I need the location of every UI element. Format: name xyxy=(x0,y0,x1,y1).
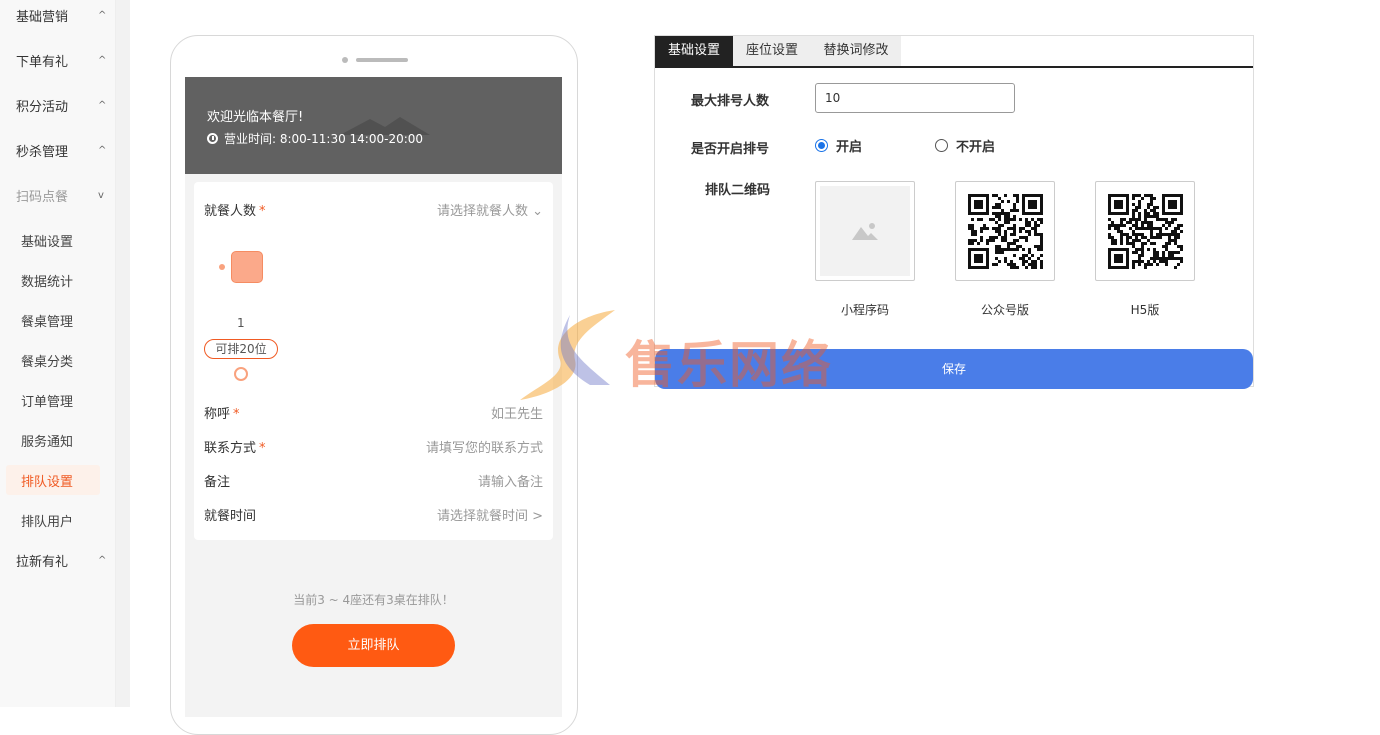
image-placeholder-icon xyxy=(820,186,910,276)
seat-option[interactable] xyxy=(231,251,263,283)
sidebar-subitem-orders[interactable]: 订单管理 xyxy=(6,385,100,415)
max-queue-input[interactable]: 10 xyxy=(815,83,1015,113)
diners-select[interactable]: 请选择就餐人数 ⌄ xyxy=(437,200,543,219)
phone-speaker xyxy=(356,58,408,62)
tab-replace-words[interactable]: 替换词修改 xyxy=(811,36,901,66)
enable-on-label: 开启 xyxy=(836,140,863,155)
sidebar-item-label: 扫码点餐 xyxy=(16,189,69,205)
settings-tabs: 基础设置 座位设置 替换词修改 xyxy=(655,36,1253,68)
dining-time-select[interactable]: 请选择就餐时间 > xyxy=(437,505,543,524)
queue-form-card: 就餐人数 * 请选择就餐人数 ⌄ 1 可排20位 称呼 * 如王先生 联系方式 * 请… xyxy=(194,182,553,540)
tab-seat-settings[interactable]: 座位设置 xyxy=(733,36,811,66)
sidebar-item-flash-sale[interactable]: 秒杀管理 ^ xyxy=(16,135,106,165)
name-label: 称呼 xyxy=(204,406,231,422)
radio-checked-icon xyxy=(815,139,828,152)
seat-capacity-badge: 可排20位 xyxy=(204,339,278,359)
note-row[interactable]: 备注 请输入备注 xyxy=(204,469,543,491)
chevron-up-icon: ^ xyxy=(98,144,107,156)
sidebar-item-points[interactable]: 积分活动 ^ xyxy=(16,90,106,120)
sidebar: 基础营销 ^ 下单有礼 ^ 积分活动 ^ 秒杀管理 ^ 扫码点餐 v 基础设置 数据统计 … xyxy=(0,0,116,707)
h5-qr[interactable] xyxy=(1095,181,1195,281)
chevron-up-icon: ^ xyxy=(98,99,107,111)
sidebar-divider xyxy=(116,0,130,707)
qr-code-icon xyxy=(968,194,1043,269)
sidebar-subitem-basic-settings[interactable]: 基础设置 xyxy=(6,225,100,255)
sidebar-subitem-statistics[interactable]: 数据统计 xyxy=(6,265,100,295)
sidebar-item-label: 拉新有礼 xyxy=(16,554,69,570)
radio-unchecked-icon xyxy=(935,139,948,152)
enable-queue-label: 是否开启排号 xyxy=(691,142,770,157)
sidebar-item-label: 秒杀管理 xyxy=(16,144,69,160)
required-mark: * xyxy=(233,406,240,422)
required-mark: * xyxy=(259,440,266,456)
contact-input[interactable]: 请填写您的联系方式 xyxy=(426,437,543,456)
welcome-text: 欢迎光临本餐厅! xyxy=(207,110,304,125)
miniprogram-qr[interactable] xyxy=(815,181,915,281)
note-input[interactable]: 请输入备注 xyxy=(478,471,543,490)
clock-icon xyxy=(207,133,218,144)
contact-label: 联系方式 xyxy=(204,440,257,456)
seat-indicator-dot xyxy=(219,264,225,270)
diners-label: 就餐人数 xyxy=(204,203,257,219)
sidebar-item-label: 积分活动 xyxy=(16,99,69,115)
settings-panel: 基础设置 座位设置 替换词修改 最大排号人数 10 是否开启排号 开启 不开启 … xyxy=(654,35,1254,389)
sidebar-subitem-queue-settings[interactable]: 排队设置 xyxy=(6,465,100,495)
enable-off-radio[interactable]: 不开启 xyxy=(935,136,995,155)
sidebar-subitem-tables[interactable]: 餐桌管理 xyxy=(6,305,100,335)
tab-basic-settings[interactable]: 基础设置 xyxy=(655,36,733,66)
dining-time-row[interactable]: 就餐时间 请选择就餐时间 > xyxy=(204,503,543,525)
official-account-qr[interactable] xyxy=(955,181,1055,281)
sidebar-subitem-table-categories[interactable]: 餐桌分类 xyxy=(6,345,100,375)
qr-caption-miniprogram: 小程序码 xyxy=(840,303,889,317)
enable-off-label: 不开启 xyxy=(956,140,996,155)
name-input[interactable]: 如王先生 xyxy=(491,403,543,422)
join-queue-button[interactable]: 立即排队 xyxy=(292,624,455,667)
sidebar-item-referral[interactable]: 拉新有礼 ^ xyxy=(16,545,106,575)
queue-status-text: 当前3 ~ 4座还有3桌在排队！ xyxy=(293,593,454,607)
diners-row[interactable]: 就餐人数 * 请选择就餐人数 ⌄ xyxy=(204,198,543,220)
chevron-up-icon: ^ xyxy=(98,54,107,66)
sidebar-subitem-notifications[interactable]: 服务通知 xyxy=(6,425,100,455)
required-mark: * xyxy=(259,203,266,219)
sidebar-item-label: 基础营销 xyxy=(16,9,69,25)
chevron-down-icon: v xyxy=(98,189,104,201)
dining-time-label: 就餐时间 xyxy=(204,508,257,524)
qr-code-icon xyxy=(1108,194,1183,269)
name-row[interactable]: 称呼 * 如王先生 xyxy=(204,401,543,423)
phone-camera xyxy=(342,57,348,63)
chevron-up-icon: ^ xyxy=(98,554,107,566)
save-button[interactable]: 保存 xyxy=(655,349,1253,389)
restaurant-banner: 欢迎光临本餐厅! 营业时间: 8:00-11:30 14:00-20:00 xyxy=(185,77,562,174)
business-hours: 营业时间: 8:00-11:30 14:00-20:00 xyxy=(207,130,423,147)
seat-number: 1 xyxy=(237,316,245,330)
enable-on-radio[interactable]: 开启 xyxy=(815,136,862,155)
sidebar-item-label: 下单有礼 xyxy=(16,54,69,70)
chevron-up-icon: ^ xyxy=(98,9,107,21)
note-label: 备注 xyxy=(204,474,231,490)
phone-screen: 欢迎光临本餐厅! 营业时间: 8:00-11:30 14:00-20:00 就餐… xyxy=(185,77,562,717)
qr-caption-h5: H5版 xyxy=(1130,303,1160,317)
sidebar-item-scan-order[interactable]: 扫码点餐 v xyxy=(16,180,106,210)
qr-code-label: 排队二维码 xyxy=(705,183,771,198)
sidebar-subitem-queue-users[interactable]: 排队用户 xyxy=(6,505,100,535)
sidebar-item-basic-marketing[interactable]: 基础营销 ^ xyxy=(16,0,106,30)
qr-caption-official-account: 公众号版 xyxy=(980,303,1029,317)
business-hours-text: 营业时间: 8:00-11:30 14:00-20:00 xyxy=(224,132,424,146)
contact-row[interactable]: 联系方式 * 请填写您的联系方式 xyxy=(204,435,543,457)
sidebar-item-order-gift[interactable]: 下单有礼 ^ xyxy=(16,45,106,75)
max-queue-label: 最大排号人数 xyxy=(691,94,770,109)
seat-radio[interactable] xyxy=(234,367,248,381)
